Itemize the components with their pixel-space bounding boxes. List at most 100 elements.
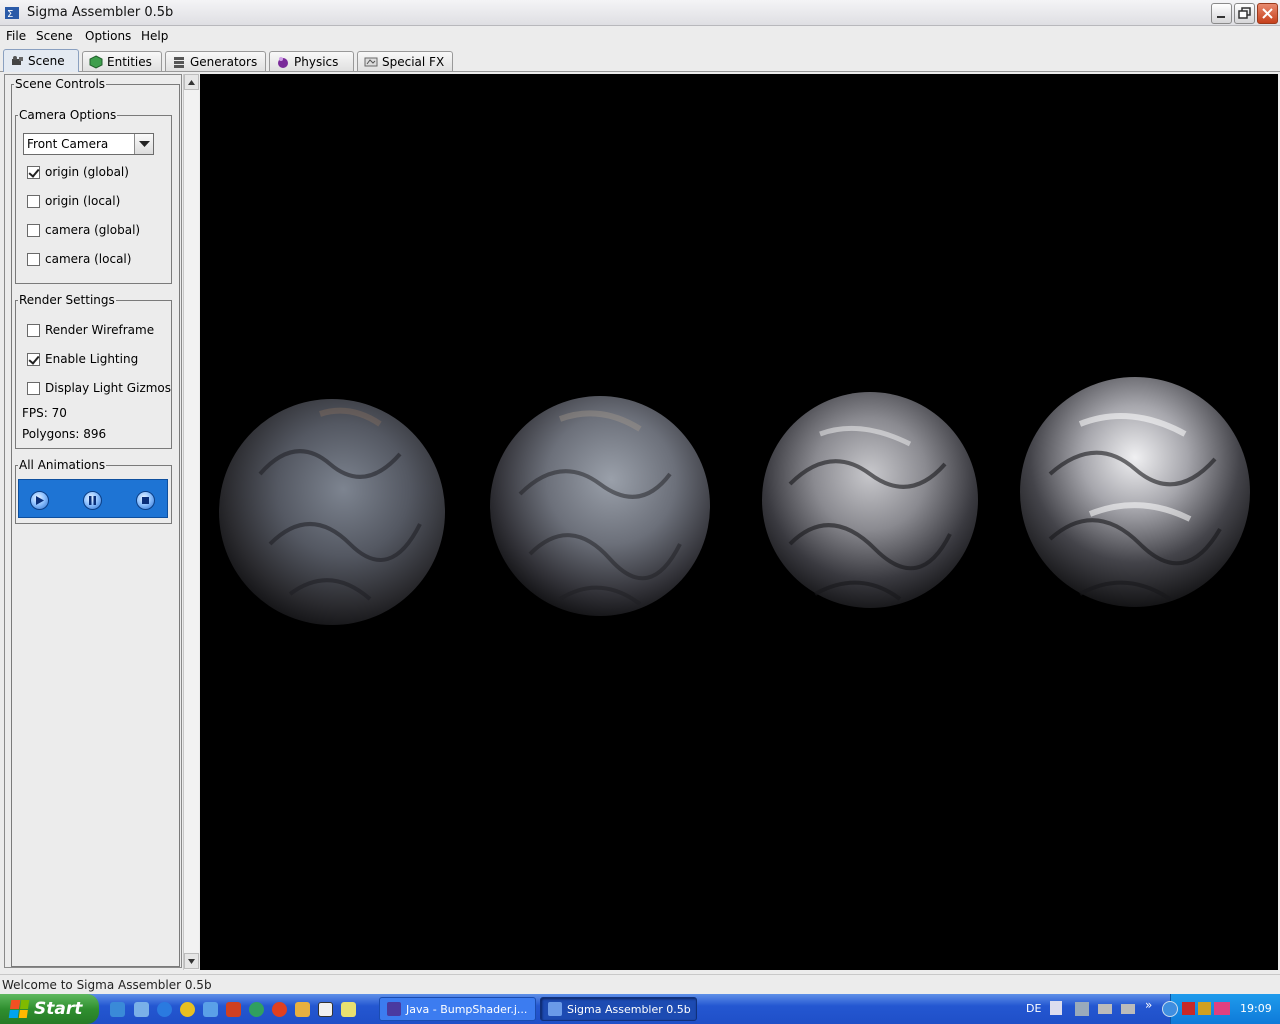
checkbox-box[interactable] bbox=[27, 323, 40, 337]
viewport-canvas bbox=[219, 377, 1250, 625]
tray-collapse-icon[interactable] bbox=[1162, 1001, 1178, 1017]
stop-icon bbox=[142, 497, 149, 504]
tab-generators-label: Generators bbox=[190, 54, 258, 69]
window-title: Sigma Assembler 0.5b bbox=[27, 5, 174, 20]
quicklaunch-netscape-icon[interactable] bbox=[249, 1002, 264, 1017]
render-viewport[interactable] bbox=[200, 74, 1278, 970]
quicklaunch-explorer-icon[interactable] bbox=[134, 1002, 149, 1017]
quicklaunch-tool-icon[interactable] bbox=[295, 1002, 310, 1017]
quicklaunch-desktop-icon[interactable] bbox=[110, 1002, 125, 1017]
checkbox-enable-lighting[interactable]: Enable Lighting bbox=[27, 352, 138, 366]
tab-generators[interactable]: Generators bbox=[165, 51, 266, 71]
minimize-icon bbox=[1217, 16, 1225, 18]
pause-button[interactable] bbox=[83, 491, 102, 510]
cube-icon bbox=[89, 54, 103, 69]
camera-select-value: Front Camera bbox=[27, 137, 109, 151]
tab-entities-label: Entities bbox=[107, 54, 152, 69]
physics-sphere-icon bbox=[278, 56, 288, 68]
play-button[interactable] bbox=[30, 491, 49, 510]
svg-text:Σ: Σ bbox=[7, 9, 13, 20]
restore-button[interactable] bbox=[1234, 3, 1255, 24]
pause-icon bbox=[89, 496, 96, 505]
checkbox-box[interactable] bbox=[27, 194, 40, 208]
close-button[interactable] bbox=[1257, 3, 1278, 24]
menu-file[interactable]: File bbox=[6, 29, 26, 43]
sphere-1 bbox=[219, 399, 445, 625]
checkbox-box[interactable] bbox=[27, 223, 40, 237]
scroll-up-button[interactable] bbox=[184, 74, 199, 90]
polygon-count: Polygons: 896 bbox=[22, 427, 107, 441]
start-button[interactable]: Start bbox=[0, 994, 99, 1024]
checkbox-render-wireframe[interactable]: Render Wireframe bbox=[27, 323, 154, 337]
panel-scrollbar[interactable] bbox=[183, 74, 199, 970]
tray-ebay-icon[interactable] bbox=[1214, 1002, 1230, 1015]
fps-readout: FPS: 70 bbox=[22, 406, 67, 420]
sphere-4 bbox=[1020, 377, 1250, 607]
taskbar-item-label: Java - BumpShader.j... bbox=[406, 1002, 528, 1016]
tray-drive-icon-2[interactable] bbox=[1121, 1004, 1135, 1014]
menu-scene[interactable]: Scene bbox=[36, 29, 73, 43]
quicklaunch-window-icon[interactable] bbox=[318, 1002, 333, 1017]
eclipse-icon bbox=[387, 1002, 401, 1016]
tray-security-icon[interactable] bbox=[1182, 1002, 1195, 1015]
checkbox-label: camera (local) bbox=[45, 252, 132, 266]
quicklaunch-notes-icon[interactable] bbox=[341, 1002, 356, 1017]
tray-zonealarm-icon[interactable] bbox=[1198, 1002, 1211, 1015]
app-icon: Σ bbox=[5, 7, 19, 20]
app-icon bbox=[548, 1002, 562, 1016]
sphere-3 bbox=[762, 392, 978, 608]
tab-physics[interactable]: Physics bbox=[269, 51, 354, 71]
language-indicator[interactable]: DE bbox=[1026, 1002, 1041, 1015]
quicklaunch-media-player-icon[interactable] bbox=[180, 1002, 195, 1017]
tab-physics-label: Physics bbox=[294, 54, 339, 69]
camera-options-title: Camera Options bbox=[19, 108, 117, 122]
checkbox-label: Enable Lighting bbox=[45, 352, 139, 366]
checkbox-box[interactable] bbox=[27, 165, 40, 179]
tab-scene[interactable]: Scene bbox=[3, 49, 79, 72]
checkbox-label: Render Wireframe bbox=[45, 323, 155, 337]
quicklaunch-firefox-icon[interactable] bbox=[272, 1002, 287, 1017]
chevron-down-icon bbox=[138, 140, 150, 147]
checkbox-box[interactable] bbox=[27, 252, 40, 266]
checkbox-label: origin (global) bbox=[45, 165, 129, 179]
checkbox-origin-global[interactable]: origin (global) bbox=[27, 165, 129, 179]
scroll-down-button[interactable] bbox=[184, 953, 199, 969]
checkbox-box[interactable] bbox=[27, 381, 40, 395]
quicklaunch-app-icon[interactable] bbox=[226, 1002, 241, 1017]
tray-drive-icon[interactable] bbox=[1098, 1004, 1112, 1014]
checkbox-origin-local[interactable]: origin (local) bbox=[27, 194, 120, 208]
taskbar-item-sigma-assembler[interactable]: Sigma Assembler 0.5b bbox=[540, 997, 697, 1021]
menu-help[interactable]: Help bbox=[141, 29, 168, 43]
checkbox-label: origin (local) bbox=[45, 194, 121, 208]
status-message: Welcome to Sigma Assembler 0.5b bbox=[2, 978, 212, 992]
dropdown-arrow-button[interactable] bbox=[134, 134, 153, 154]
checkbox-display-light-gizmos[interactable]: Display Light Gizmos bbox=[27, 381, 171, 395]
generator-stack-icon bbox=[174, 56, 184, 68]
tray-joystick-icon[interactable] bbox=[1075, 1002, 1089, 1016]
checkbox-box[interactable] bbox=[27, 352, 40, 366]
quicklaunch-mail-icon[interactable] bbox=[203, 1002, 218, 1017]
special-fx-icon bbox=[364, 57, 378, 66]
tab-strip: Scene Entities Generators Physics Specia… bbox=[0, 48, 1280, 72]
menu-options[interactable]: Options bbox=[85, 29, 131, 43]
keyboard-layout-icon[interactable] bbox=[1050, 1001, 1062, 1015]
play-icon bbox=[36, 496, 44, 505]
checkbox-label: camera (global) bbox=[45, 223, 141, 237]
chevron-down-icon bbox=[188, 958, 195, 964]
tab-scene-label: Scene bbox=[28, 54, 65, 68]
checkbox-camera-global[interactable]: camera (global) bbox=[27, 223, 140, 237]
camera-icon bbox=[12, 56, 23, 65]
restore-icon bbox=[1238, 7, 1251, 19]
tray-expand-icon[interactable]: » bbox=[1145, 998, 1152, 1012]
tab-entities[interactable]: Entities bbox=[82, 51, 162, 71]
checkbox-camera-local[interactable]: camera (local) bbox=[27, 252, 131, 266]
quicklaunch-ie-icon[interactable] bbox=[157, 1002, 172, 1017]
camera-select[interactable]: Front Camera bbox=[23, 133, 154, 155]
os-taskbar: Start Java - BumpShader.j... Sigma Assem… bbox=[0, 994, 1280, 1024]
title-bar: Σ Sigma Assembler 0.5b bbox=[0, 0, 1280, 26]
taskbar-item-java[interactable]: Java - BumpShader.j... bbox=[379, 997, 536, 1021]
tab-special-fx[interactable]: Special FX bbox=[357, 51, 453, 71]
minimize-button[interactable] bbox=[1211, 3, 1232, 24]
stop-button[interactable] bbox=[136, 491, 155, 510]
checkbox-label: Display Light Gizmos bbox=[45, 381, 172, 395]
